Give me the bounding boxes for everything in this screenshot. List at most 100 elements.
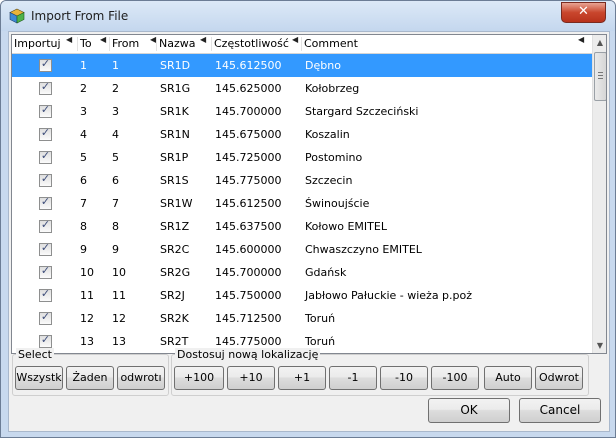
checkmark-icon: ✓ <box>40 264 51 277</box>
table-row[interactable]: ✓ 5 5 SR1P 145.725000 Postomino <box>12 146 592 169</box>
adjust-minus-100-button[interactable]: -100 <box>431 366 479 390</box>
stations-table[interactable]: Importuj ◀ To ◀ From ◀ Nazwa ◀ Częstotliwość ◀ Com… <box>11 34 607 354</box>
adjust-plus-1-button[interactable]: +1 <box>278 366 326 390</box>
cell-from: 4 <box>112 128 119 141</box>
import-checkbox[interactable]: ✓ <box>39 57 52 72</box>
column-header-freq[interactable]: Częstotliwość <box>212 35 300 53</box>
table-row[interactable]: ✓ 7 7 SR1W 145.612500 Świnoujście <box>12 192 592 215</box>
table-body: ✓ 1 1 SR1D 145.612500 Dębno ✓ 2 2 SR1G 145.625000 K… <box>12 54 592 353</box>
adjust-plus-10-button[interactable]: +10 <box>227 366 275 390</box>
cell-to: 9 <box>80 243 87 256</box>
cell-name: SR1Z <box>160 220 190 233</box>
adjust-location-group: Dostosuj nową lokalizację +100 +10 +1 -1… <box>171 348 589 396</box>
cell-name: SR1N <box>160 128 190 141</box>
import-checkbox[interactable]: ✓ <box>39 195 52 210</box>
cell-from: 1 <box>112 59 119 72</box>
adjust-auto-button[interactable]: Auto <box>484 366 532 390</box>
checkmark-icon: ✓ <box>40 126 51 139</box>
sort-arrow-icon[interactable]: ◀ <box>200 35 206 44</box>
scroll-down-arrow-icon[interactable]: ▼ <box>593 338 606 353</box>
sort-arrow-icon[interactable]: ◀ <box>578 35 584 44</box>
column-header-comment[interactable]: Comment <box>302 35 592 53</box>
checkmark-icon: ✓ <box>40 287 51 300</box>
table-row[interactable]: ✓ 4 4 SR1N 145.675000 Koszalin <box>12 123 592 146</box>
import-checkbox[interactable]: ✓ <box>39 310 52 325</box>
column-divider[interactable] <box>77 37 78 51</box>
invert-selection-button[interactable]: odwrotı <box>117 366 165 390</box>
cell-to: 7 <box>80 197 87 210</box>
cell-name: SR2K <box>160 312 189 325</box>
import-checkbox[interactable]: ✓ <box>39 264 52 279</box>
cell-from: 11 <box>112 289 126 302</box>
import-checkbox[interactable]: ✓ <box>39 149 52 164</box>
title-bar[interactable]: Import From File ✕ <box>1 1 615 31</box>
sort-arrow-icon[interactable]: ◀ <box>100 35 106 44</box>
adjust-invert-button[interactable]: Odwrot <box>535 366 583 390</box>
table-row[interactable]: ✓ 12 12 SR2K 145.712500 Toruń <box>12 307 592 330</box>
cell-comment: Koszalin <box>305 128 350 141</box>
cell-freq: 145.700000 <box>215 105 282 118</box>
column-divider[interactable] <box>211 37 212 51</box>
cell-comment: Świnoujście <box>305 197 370 210</box>
import-checkbox[interactable]: ✓ <box>39 80 52 95</box>
checkmark-icon: ✓ <box>40 310 51 323</box>
checkmark-icon: ✓ <box>40 218 51 231</box>
checkmark-icon: ✓ <box>40 195 51 208</box>
cell-freq: 145.750000 <box>215 289 282 302</box>
sort-arrow-icon[interactable]: ◀ <box>66 35 72 44</box>
checkmark-icon: ✓ <box>40 172 51 185</box>
table-row[interactable]: ✓ 2 2 SR1G 145.625000 Kołobrzeg <box>12 77 592 100</box>
import-checkbox[interactable]: ✓ <box>39 241 52 256</box>
column-divider[interactable] <box>301 37 302 51</box>
adjust-minus-1-button[interactable]: -1 <box>329 366 377 390</box>
import-checkbox[interactable]: ✓ <box>39 287 52 302</box>
cell-freq: 145.712500 <box>215 312 282 325</box>
cell-comment: Stargard Szczeciński <box>305 105 419 118</box>
select-all-button[interactable]: Wszystk <box>15 366 63 390</box>
scroll-up-arrow-icon[interactable]: ▲ <box>593 35 606 50</box>
vertical-scrollbar[interactable]: ▲ ▼ <box>592 35 606 353</box>
table-row[interactable]: ✓ 6 6 SR1S 145.775000 Szczecin <box>12 169 592 192</box>
sort-arrow-icon[interactable]: ◀ <box>292 35 298 44</box>
table-row[interactable]: ✓ 1 1 SR1D 145.612500 Dębno <box>12 54 592 77</box>
adjust-location-group-label: Dostosuj nową lokalizację <box>175 348 321 361</box>
table-row[interactable]: ✓ 10 10 SR2G 145.700000 Gdańsk <box>12 261 592 284</box>
import-checkbox[interactable]: ✓ <box>39 333 52 348</box>
cell-to: 2 <box>80 82 87 95</box>
close-button[interactable]: ✕ <box>561 2 606 23</box>
import-checkbox[interactable]: ✓ <box>39 126 52 141</box>
cell-freq: 145.612500 <box>215 197 282 210</box>
cell-name: SR1G <box>160 82 191 95</box>
cell-to: 1 <box>80 59 87 72</box>
import-checkbox[interactable]: ✓ <box>39 218 52 233</box>
ok-button[interactable]: OK <box>428 398 510 423</box>
table-row[interactable]: ✓ 11 11 SR2J 145.750000 Jabłowo Pałuckie - wi… <box>12 284 592 307</box>
column-divider[interactable] <box>109 37 110 51</box>
select-none-button[interactable]: Żaden <box>66 366 114 390</box>
cell-name: SR1K <box>160 105 189 118</box>
select-group-label: Select <box>16 348 54 361</box>
table-row[interactable]: ✓ 9 9 SR2C 145.600000 Chwaszczyno EMITEL <box>12 238 592 261</box>
cancel-button[interactable]: Cancel <box>519 398 601 423</box>
table-row[interactable]: ✓ 3 3 SR1K 145.700000 Stargard Szczeciński <box>12 100 592 123</box>
cell-comment: Kołowo EMITEL <box>305 220 387 233</box>
cell-from: 6 <box>112 174 119 187</box>
adjust-minus-10-button[interactable]: -10 <box>380 366 428 390</box>
column-header-label: Comment <box>304 37 358 50</box>
scroll-thumb[interactable] <box>594 52 606 101</box>
cell-name: SR1W <box>160 197 193 210</box>
cell-to: 6 <box>80 174 87 187</box>
column-header-label: To <box>80 37 92 50</box>
cell-from: 3 <box>112 105 119 118</box>
table-row[interactable]: ✓ 8 8 SR1Z 145.637500 Kołowo EMITEL <box>12 215 592 238</box>
cell-to: 13 <box>80 335 94 348</box>
cell-freq: 145.600000 <box>215 243 282 256</box>
import-checkbox[interactable]: ✓ <box>39 103 52 118</box>
column-divider[interactable] <box>156 37 157 51</box>
cell-comment: Gdańsk <box>305 266 347 279</box>
select-group: Select Wszystk Żaden odwrotı <box>12 348 169 396</box>
import-checkbox[interactable]: ✓ <box>39 172 52 187</box>
cell-from: 5 <box>112 151 119 164</box>
cell-freq: 145.612500 <box>215 59 282 72</box>
adjust-plus-100-button[interactable]: +100 <box>174 366 224 390</box>
